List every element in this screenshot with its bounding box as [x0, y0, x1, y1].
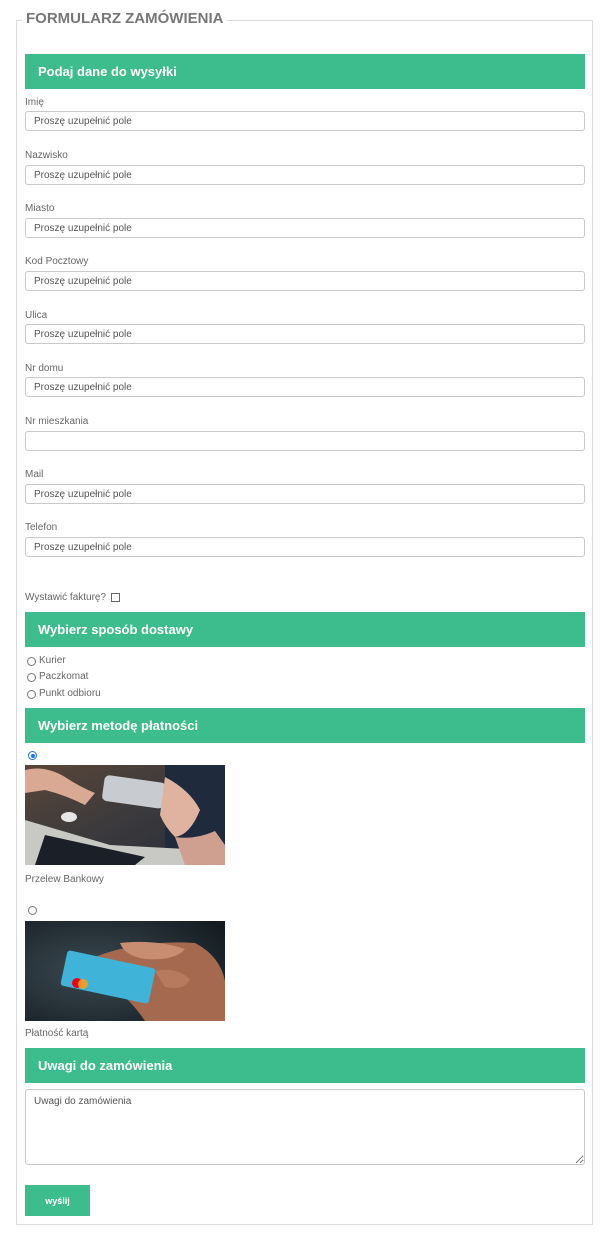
notes-section-header: Uwagi do zamówienia — [25, 1048, 585, 1083]
radio-button[interactable] — [27, 672, 36, 682]
delivery-option-courier[interactable]: Kurier — [27, 655, 66, 667]
delivery-option-label: Paczkomat — [39, 671, 89, 682]
house-number-field[interactable] — [25, 377, 585, 397]
radio-button[interactable] — [27, 689, 36, 699]
delivery-option-pickup-point[interactable]: Punkt odbioru — [27, 688, 101, 700]
postal-code-field[interactable] — [25, 271, 585, 291]
order-notes-field[interactable] — [25, 1089, 585, 1165]
apartment-number-field[interactable] — [25, 431, 585, 451]
payment-radio-bank-transfer[interactable] — [28, 751, 37, 760]
street-label: Ulica — [25, 310, 48, 321]
phone-label: Telefon — [25, 522, 58, 533]
first-name-label: Imię — [25, 97, 44, 108]
house-number-label: Nr domu — [25, 363, 64, 374]
street-field[interactable] — [25, 324, 585, 344]
credit-card-photo — [25, 921, 225, 1021]
apartment-number-label: Nr mieszkania — [25, 416, 89, 427]
invoice-label: Wystawić fakturę? — [25, 592, 107, 603]
delivery-section-header: Wybierz sposób dostawy — [25, 612, 585, 647]
city-field[interactable] — [25, 218, 585, 238]
phone-laptop-photo — [25, 765, 225, 865]
submit-button[interactable]: wyślij — [25, 1185, 90, 1216]
invoice-checkbox[interactable] — [111, 593, 120, 602]
first-name-field[interactable] — [25, 111, 585, 131]
last-name-field[interactable] — [25, 165, 585, 185]
payment-section-header: Wybierz metodę płatności — [25, 708, 585, 743]
postal-code-label: Kod Pocztowy — [25, 256, 89, 267]
payment-label-card: Płatność kartą — [25, 1028, 89, 1039]
phone-field[interactable] — [25, 537, 585, 557]
payment-radio-card[interactable] — [28, 906, 37, 915]
delivery-option-label: Punkt odbioru — [39, 688, 101, 699]
shipping-section-header: Podaj dane do wysyłki — [25, 54, 585, 89]
form-title: FORMULARZ ZAMÓWIENIA — [22, 10, 228, 28]
delivery-option-label: Kurier — [39, 655, 66, 666]
email-label: Mail — [25, 469, 44, 480]
payment-label-bank-transfer: Przelew Bankowy — [25, 874, 104, 885]
delivery-option-parcel-locker[interactable]: Paczkomat — [27, 671, 88, 683]
last-name-label: Nazwisko — [25, 150, 68, 161]
radio-button[interactable] — [27, 656, 36, 666]
city-label: Miasto — [25, 203, 55, 214]
email-field[interactable] — [25, 484, 585, 504]
